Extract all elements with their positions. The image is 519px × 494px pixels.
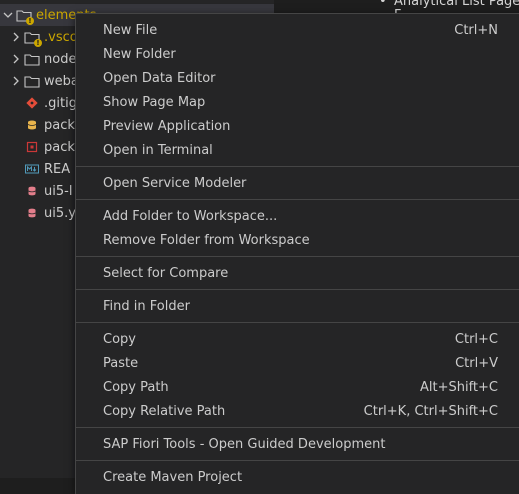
menu-item-label: Copy Relative Path — [103, 403, 226, 419]
list-bullet: • — [379, 0, 387, 9]
folder-icon — [24, 74, 40, 88]
menu-item-label: Add Folder to Workspace... — [103, 208, 278, 224]
tree-item-label: ui5.y — [44, 205, 76, 221]
menu-item-copy[interactable]: Copy Ctrl+C — [76, 327, 519, 351]
menu-item-copy-path[interactable]: Copy Path Alt+Shift+C — [76, 375, 519, 399]
context-menu: New File Ctrl+N New Folder Open Data Editor… — [75, 13, 519, 494]
tree-item-label: ui5-l — [44, 183, 73, 199]
menu-item-label: New File — [103, 22, 158, 38]
menu-item-label: SAP Fiori Tools - Open Guided Developmen… — [103, 436, 386, 452]
menu-item-show-page-map[interactable]: Show Page Map — [76, 90, 519, 114]
menu-item-find-in-folder[interactable]: Find in Folder — [76, 294, 519, 318]
menu-item-add-folder-to-workspace[interactable]: Add Folder to Workspace... — [76, 204, 519, 228]
menu-item-label: Preview Application — [103, 118, 231, 134]
menu-item-label: Copy — [103, 331, 136, 347]
chevron-right-icon[interactable] — [8, 54, 24, 64]
chevron-right-icon[interactable] — [8, 76, 24, 86]
tree-item-label: .vsco — [44, 29, 78, 45]
git-icon — [24, 96, 40, 110]
markdown-icon — [24, 162, 40, 176]
menu-item-label: Remove Folder from Workspace — [103, 232, 310, 248]
menu-item-label: Copy Path — [103, 379, 169, 395]
yaml-icon — [24, 184, 40, 198]
menu-item-open-data-editor[interactable]: Open Data Editor — [76, 66, 519, 90]
menu-item-remove-folder-from-workspace[interactable]: Remove Folder from Workspace — [76, 228, 519, 252]
menu-item-shortcut: Ctrl+V — [455, 355, 498, 371]
menu-item-paste[interactable]: Paste Ctrl+V — [76, 351, 519, 375]
menu-item-shortcut: Ctrl+C — [454, 331, 498, 347]
folder-icon: ! — [24, 30, 42, 47]
menu-item-shortcut: Ctrl+N — [454, 22, 498, 38]
menu-separator — [76, 427, 519, 428]
menu-separator — [76, 166, 519, 167]
editor-line-1: Analytical List Page w — [394, 0, 519, 9]
menu-separator — [76, 256, 519, 257]
package-lock-icon — [24, 140, 40, 154]
menu-item-select-for-compare[interactable]: Select for Compare — [76, 261, 519, 285]
menu-item-sap-fiori-tools-open-guided-development[interactable]: SAP Fiori Tools - Open Guided Developmen… — [76, 432, 519, 456]
menu-separator — [76, 199, 519, 200]
menu-item-label: Find in Folder — [103, 298, 190, 314]
tree-item-label: .gitig — [44, 95, 77, 111]
menu-separator — [76, 289, 519, 290]
menu-item-label: Select for Compare — [103, 265, 229, 281]
menu-item-label: Open Data Editor — [103, 70, 216, 86]
menu-separator — [76, 460, 519, 461]
menu-item-label: Open in Terminal — [103, 142, 213, 158]
folder-icon — [24, 52, 40, 66]
folder-icon: ! — [16, 8, 34, 25]
warning-badge: ! — [34, 39, 42, 47]
menu-item-label: Create Maven Project — [103, 469, 243, 485]
editor-peek: • Analytical List Page w F — [274, 0, 519, 14]
tree-item-label: weba — [44, 73, 79, 89]
menu-item-label: New Folder — [103, 46, 176, 62]
menu-item-shortcut: Ctrl+K, Ctrl+Shift+C — [363, 403, 498, 419]
tree-item-label: node — [44, 51, 77, 67]
menu-item-label: Paste — [103, 355, 139, 371]
yaml-icon — [24, 206, 40, 220]
menu-item-preview-application[interactable]: Preview Application — [76, 114, 519, 138]
tree-item-label: pack — [44, 139, 75, 155]
warning-badge: ! — [26, 17, 34, 25]
menu-item-copy-relative-path[interactable]: Copy Relative Path Ctrl+K, Ctrl+Shift+C — [76, 399, 519, 423]
chevron-right-icon[interactable] — [8, 32, 24, 42]
menu-separator — [76, 322, 519, 323]
menu-item-label: Show Page Map — [103, 94, 206, 110]
menu-item-new-folder[interactable]: New Folder — [76, 42, 519, 66]
menu-item-open-in-terminal[interactable]: Open in Terminal — [76, 138, 519, 162]
package-json-icon — [24, 118, 40, 132]
tree-item-label: pack — [44, 117, 75, 133]
tree-item-label: REA — [44, 161, 71, 177]
menu-item-open-service-modeler[interactable]: Open Service Modeler — [76, 171, 519, 195]
menu-item-shortcut: Alt+Shift+C — [419, 379, 498, 395]
menu-item-label: Open Service Modeler — [103, 175, 247, 191]
menu-item-new-file[interactable]: New File Ctrl+N — [76, 18, 519, 42]
chevron-down-icon[interactable] — [0, 10, 16, 20]
menu-item-create-maven-project[interactable]: Create Maven Project — [76, 465, 519, 489]
